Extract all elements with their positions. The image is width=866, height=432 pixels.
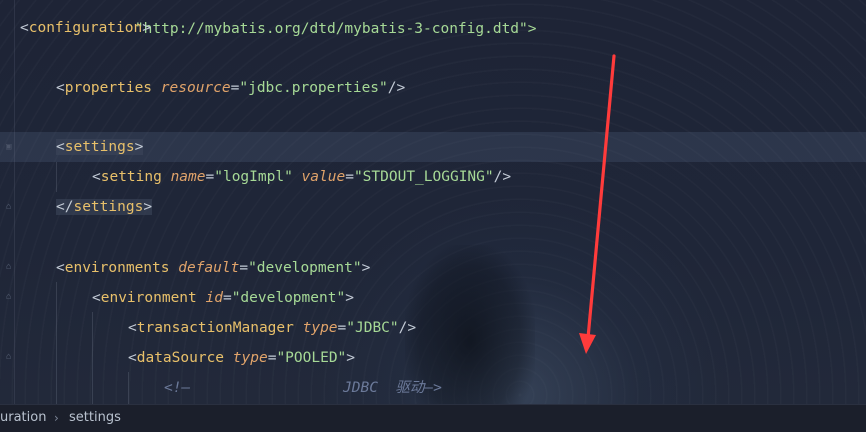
annotation-arrow	[579, 54, 616, 354]
breadcrumb-separator-icon: ›	[54, 411, 59, 425]
breadcrumb-bar: uration › settings	[0, 404, 866, 432]
annotation-arrow-shaft	[586, 54, 616, 340]
breadcrumb-item-settings[interactable]: settings	[69, 405, 121, 431]
breadcrumb-item-configuration[interactable]: uration	[0, 405, 46, 431]
annotation-arrow-head	[579, 333, 596, 354]
